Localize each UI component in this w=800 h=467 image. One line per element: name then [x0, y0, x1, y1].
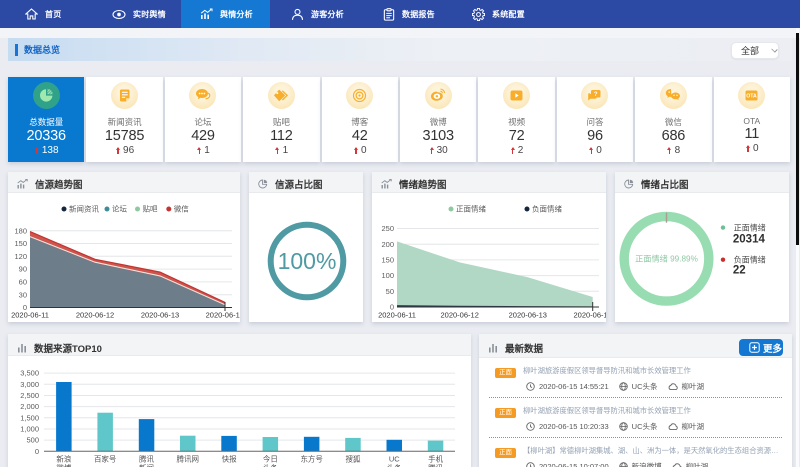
svg-text:200: 200 [381, 240, 394, 249]
svg-text:3,000: 3,000 [20, 380, 39, 389]
svg-text:2,000: 2,000 [20, 402, 39, 411]
svg-text:60: 60 [19, 278, 27, 287]
svg-text:100: 100 [381, 271, 394, 280]
svg-text:500: 500 [26, 436, 39, 445]
svg-text:正面情绪: 正面情绪 [734, 223, 766, 233]
svg-text:手机: 手机 [428, 454, 443, 464]
svg-text:100%: 100% [278, 248, 337, 274]
svg-text:2020-06-13: 2020-06-13 [141, 311, 179, 320]
svg-text:今日: 今日 [263, 454, 278, 464]
svg-text:0: 0 [35, 447, 39, 456]
svg-text:2,500: 2,500 [20, 391, 39, 400]
svg-text:正面情绪 99.89%: 正面情绪 99.89% [635, 254, 698, 264]
svg-text:头条: 头条 [387, 463, 402, 467]
svg-text:2020-06-14: 2020-06-14 [574, 311, 606, 320]
svg-text:论坛: 论坛 [112, 204, 127, 214]
svg-text:OTA: OTA [746, 93, 757, 99]
svg-text:微博: 微博 [56, 463, 71, 467]
svg-text:2020-06-11: 2020-06-11 [378, 311, 416, 320]
svg-text:22: 22 [733, 265, 746, 277]
svg-text:UC: UC [389, 455, 400, 464]
svg-text:150: 150 [14, 239, 27, 248]
svg-text:快报: 快报 [222, 454, 237, 464]
svg-text:120: 120 [14, 252, 27, 261]
svg-text:50: 50 [386, 287, 394, 296]
svg-text:正面情绪: 正面情绪 [456, 204, 486, 214]
svg-text:1,000: 1,000 [20, 425, 39, 434]
svg-text:2020-06-12: 2020-06-12 [76, 311, 114, 320]
svg-text:腾讯: 腾讯 [139, 454, 154, 464]
svg-text:东方号: 东方号 [300, 454, 323, 464]
svg-text:180: 180 [14, 226, 27, 235]
svg-text:新浪: 新浪 [56, 454, 71, 464]
svg-text:腾讯网: 腾讯网 [177, 454, 200, 464]
svg-text:新闻: 新闻 [139, 463, 154, 467]
svg-text:负面情绪: 负面情绪 [532, 204, 562, 214]
svg-text:2020-06-11: 2020-06-11 [11, 311, 49, 320]
svg-text:负面情绪: 负面情绪 [734, 255, 766, 265]
svg-text:微信: 微信 [174, 204, 189, 214]
svg-text:腾讯: 腾讯 [428, 463, 443, 467]
svg-text:新闻资讯: 新闻资讯 [69, 204, 99, 214]
svg-text:百家号: 百家号 [94, 454, 117, 464]
svg-text:150: 150 [381, 256, 394, 265]
svg-text:20314: 20314 [733, 234, 766, 246]
svg-text:搜狐: 搜狐 [346, 454, 361, 464]
svg-text:90: 90 [19, 265, 27, 274]
svg-text:2020-06-14: 2020-06-14 [206, 311, 240, 320]
svg-text:头条: 头条 [263, 463, 278, 467]
svg-text:250: 250 [381, 224, 394, 233]
svg-text:30: 30 [19, 290, 27, 299]
svg-text:1,500: 1,500 [20, 413, 39, 422]
svg-text:2020-06-12: 2020-06-12 [441, 311, 479, 320]
svg-text:贴吧: 贴吧 [143, 204, 158, 214]
svg-text:2020-06-13: 2020-06-13 [509, 311, 547, 320]
svg-text:3,500: 3,500 [20, 369, 39, 378]
